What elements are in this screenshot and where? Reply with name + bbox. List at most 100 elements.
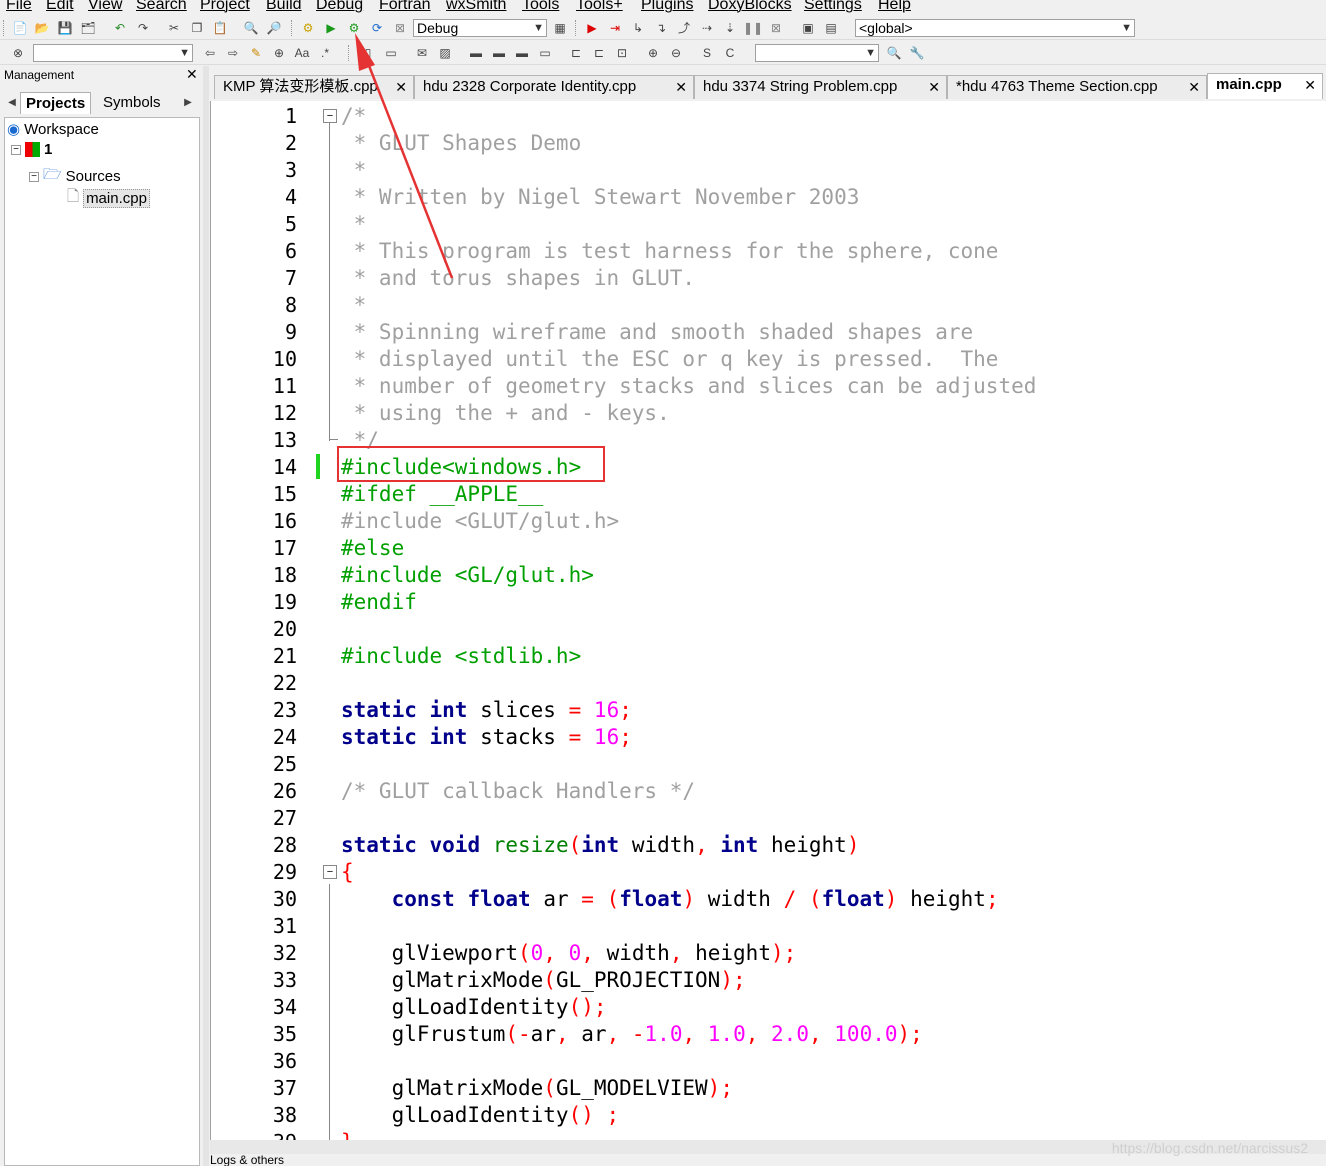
code-line[interactable]: * xyxy=(341,157,367,184)
code-line[interactable]: #ifdef __APPLE__ xyxy=(341,481,543,508)
env2-icon[interactable]: ⊏ xyxy=(591,45,607,61)
menu-debug[interactable]: Debug xyxy=(316,0,363,14)
redo-icon[interactable]: ↷ xyxy=(135,20,151,36)
doxy-comment-icon[interactable]: ✉ xyxy=(414,45,430,61)
strikethrough-icon[interactable]: S xyxy=(699,45,715,61)
run-to-cursor-icon[interactable]: ⇥ xyxy=(607,20,623,36)
run-icon[interactable]: ▶ xyxy=(323,20,339,36)
regex-icon[interactable]: .* xyxy=(317,45,333,61)
code-line[interactable]: glLoadIdentity() ; xyxy=(341,1102,620,1129)
block-comment-icon[interactable]: ▭ xyxy=(383,45,399,61)
code-line[interactable]: * and torus shapes in GLUT. xyxy=(341,265,695,292)
build-gear-icon[interactable]: ⚙ xyxy=(300,20,316,36)
cut-icon[interactable]: ✂ xyxy=(166,20,182,36)
menu-tools[interactable]: Tools xyxy=(522,0,559,14)
code-line[interactable]: #else xyxy=(341,535,404,562)
arrow-right-icon[interactable]: ⇨ xyxy=(225,45,241,61)
tab-main-cpp[interactable]: main.cpp ✕ xyxy=(1207,73,1323,99)
close-icon[interactable]: ✕ xyxy=(675,76,687,98)
save-icon[interactable]: 💾 xyxy=(57,20,73,36)
font-icon[interactable]: Aa xyxy=(294,45,310,61)
menu-fortran[interactable]: Fortran xyxy=(379,0,431,14)
collapse-icon[interactable]: − xyxy=(29,171,39,182)
menu-help[interactable]: Help xyxy=(878,0,911,14)
copy-icon[interactable]: ❐ xyxy=(189,20,205,36)
tab-file-3[interactable]: hdu 3374 String Problem.cpp ✕ xyxy=(694,75,947,99)
close-icon[interactable]: ✕ xyxy=(1188,76,1200,98)
code-line[interactable]: * Spinning wireframe and smooth shaded s… xyxy=(341,319,974,346)
code-line[interactable]: #endif xyxy=(341,589,417,616)
tree-item-workspace[interactable]: ◉ Workspace xyxy=(7,120,99,139)
env-icon[interactable]: ⊏ xyxy=(568,45,584,61)
code-line[interactable]: glLoadIdentity(); xyxy=(341,994,607,1021)
code-line[interactable]: static int stacks = 16; xyxy=(341,724,632,751)
open-file-icon[interactable]: 📂 xyxy=(34,20,50,36)
menu-wxsmith[interactable]: wxSmith xyxy=(446,0,506,14)
code-line[interactable]: * number of geometry stacks and slices c… xyxy=(341,373,1037,400)
menu-project[interactable]: Project xyxy=(200,0,250,14)
tree-item-project[interactable]: − 1 xyxy=(11,141,52,158)
code-line[interactable]: glFrustum(-ar, ar, -1.0, 1.0, 2.0, 100.0… xyxy=(341,1021,923,1048)
various-info-icon[interactable]: ▤ xyxy=(823,20,839,36)
code-line[interactable]: * xyxy=(341,292,367,319)
code-line[interactable]: #include <GLUT/glut.h> xyxy=(341,508,619,535)
build-target-select[interactable]: Debug ▼ xyxy=(413,19,547,37)
c-icon[interactable]: C xyxy=(722,45,738,61)
target-options-icon[interactable]: ▦ xyxy=(552,20,568,36)
collapse-icon[interactable]: − xyxy=(11,144,21,155)
find-symbol-icon[interactable]: 🔍 xyxy=(886,45,902,61)
code-line[interactable]: glMatrixMode(GL_PROJECTION); xyxy=(341,967,746,994)
menu-settings[interactable]: Settings xyxy=(804,0,862,14)
rebuild-icon[interactable]: ⟳ xyxy=(369,20,385,36)
toolbar-grip[interactable] xyxy=(291,20,295,36)
menu-file[interactable]: File xyxy=(6,0,32,14)
menu-plugins[interactable]: Plugins xyxy=(641,0,693,14)
pause-icon[interactable]: ❚❚ xyxy=(743,20,763,36)
step-out-icon[interactable]: ⤴ xyxy=(676,20,692,36)
menu-search[interactable]: Search xyxy=(136,0,187,14)
fold-collapse-icon[interactable]: − xyxy=(323,865,337,879)
code-text[interactable]: /* * GLUT Shapes Demo * * Written by Nig… xyxy=(341,101,1326,1153)
debug-start-icon[interactable]: ▶ xyxy=(584,20,600,36)
code-line[interactable]: * xyxy=(341,211,367,238)
tab-projects[interactable]: Projects xyxy=(20,92,92,114)
extract-icon[interactable]: ▬ xyxy=(468,45,484,61)
menu-doxyblocks[interactable]: DoxyBlocks xyxy=(708,0,792,14)
tab-file-2[interactable]: hdu 2328 Corporate Identity.cpp ✕ xyxy=(414,75,694,99)
menu-build[interactable]: Build xyxy=(266,0,302,14)
code-line[interactable]: #include <GL/glut.h> xyxy=(341,562,594,589)
menu-view[interactable]: View xyxy=(88,0,122,14)
step-into-icon[interactable]: ↴ xyxy=(653,20,669,36)
code-line[interactable]: glMatrixMode(GL_MODELVIEW); xyxy=(341,1075,733,1102)
code-line[interactable]: * GLUT Shapes Demo xyxy=(341,130,582,157)
clear-search-icon[interactable]: ⊗ xyxy=(10,45,26,61)
menu-edit[interactable]: Edit xyxy=(46,0,74,14)
code-line[interactable]: /* GLUT callback Handlers */ xyxy=(341,778,695,805)
next-line-icon[interactable]: ↳ xyxy=(630,20,646,36)
panel-splitter[interactable] xyxy=(203,66,209,1166)
code-line[interactable]: static void resize(int width, int height… xyxy=(341,832,859,859)
html-icon[interactable]: ▬ xyxy=(491,45,507,61)
tab-scroll-right-icon[interactable]: ▶ xyxy=(180,95,196,111)
close-icon[interactable]: ✕ xyxy=(928,76,940,98)
next-instruction-icon[interactable]: ⇢ xyxy=(699,20,715,36)
code-line[interactable]: const float ar = (float) width / (float)… xyxy=(341,886,999,913)
search-combo[interactable]: ▼ xyxy=(33,44,193,62)
step-into-instruction-icon[interactable]: ⇣ xyxy=(722,20,738,36)
code-line[interactable]: * Written by Nigel Stewart November 2003 xyxy=(341,184,860,211)
tab-symbols[interactable]: Symbols xyxy=(98,92,166,114)
menu-tools-plus[interactable]: Tools+ xyxy=(576,0,623,14)
new-file-icon[interactable]: 📄 xyxy=(12,20,28,36)
close-icon[interactable]: ✕ xyxy=(186,66,198,83)
code-line[interactable]: * using the + and - keys. xyxy=(341,400,670,427)
code-line[interactable]: #include <stdlib.h> xyxy=(341,643,581,670)
arrow-left-icon[interactable]: ⇦ xyxy=(202,45,218,61)
zoom-out-icon[interactable]: ⊖ xyxy=(668,45,684,61)
code-line[interactable]: { xyxy=(341,859,354,886)
wrench-icon[interactable]: 🔧 xyxy=(909,45,925,61)
toolbar-grip[interactable] xyxy=(3,20,7,36)
close-icon[interactable]: ✕ xyxy=(1304,74,1316,96)
chm-icon[interactable]: ▬ xyxy=(514,45,530,61)
toolbar-grip[interactable] xyxy=(348,45,352,61)
undo-icon[interactable]: ↶ xyxy=(112,20,128,36)
